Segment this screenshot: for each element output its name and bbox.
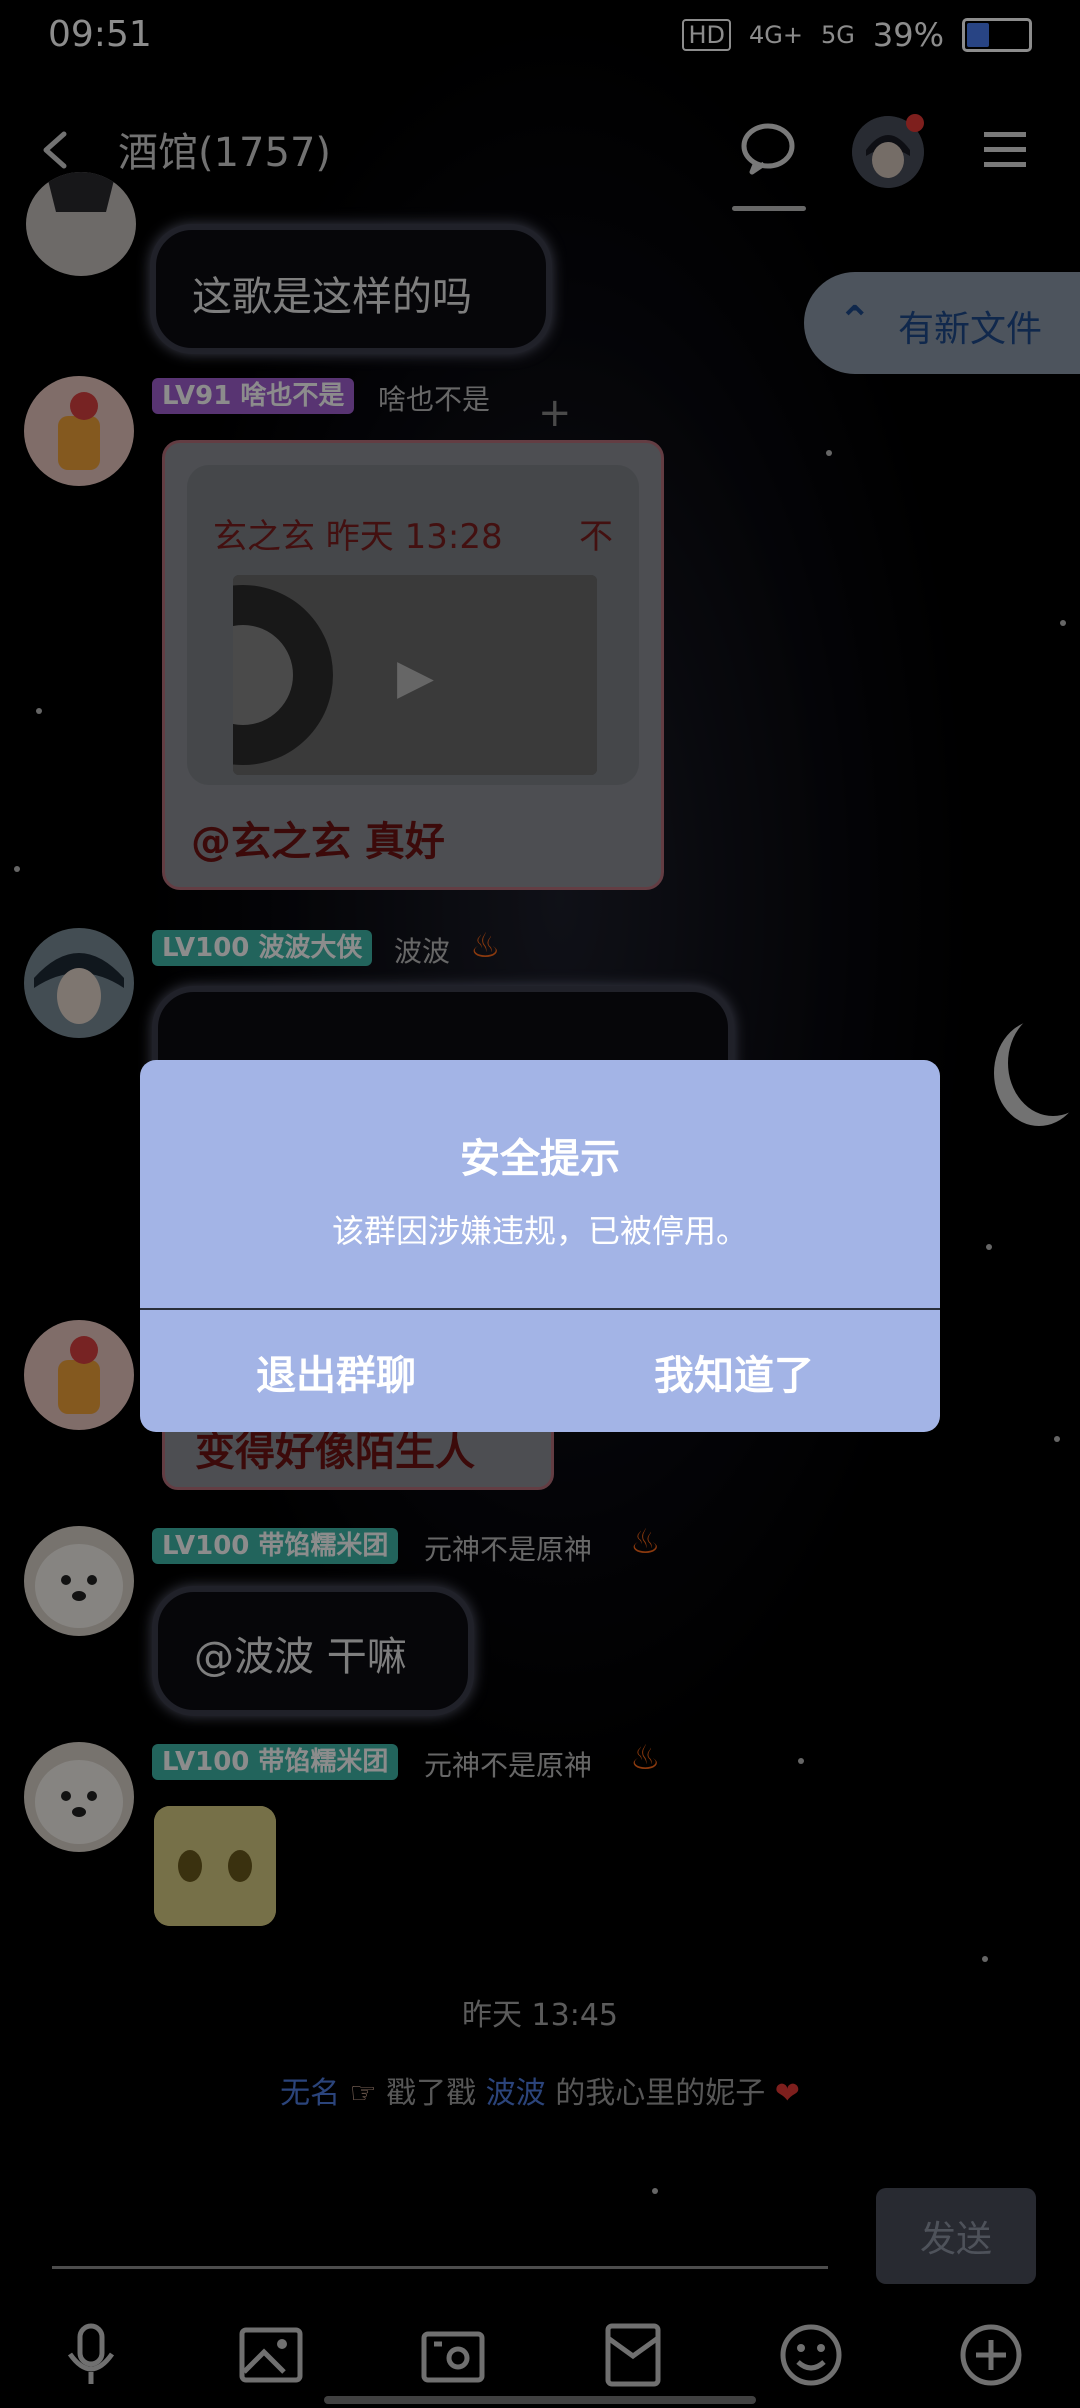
- exit-group-button[interactable]: 退出群聊: [250, 1342, 422, 1402]
- dialog-divider: [140, 1308, 940, 1310]
- acknowledge-button[interactable]: 我知道了: [648, 1342, 820, 1402]
- security-dialog: 安全提示 该群因涉嫌违规，已被停用。 退出群聊 我知道了: [140, 1060, 940, 1432]
- dialog-title: 安全提示: [460, 1136, 620, 1182]
- dialog-message: 该群因涉嫌违规，已被停用。: [331, 1212, 748, 1250]
